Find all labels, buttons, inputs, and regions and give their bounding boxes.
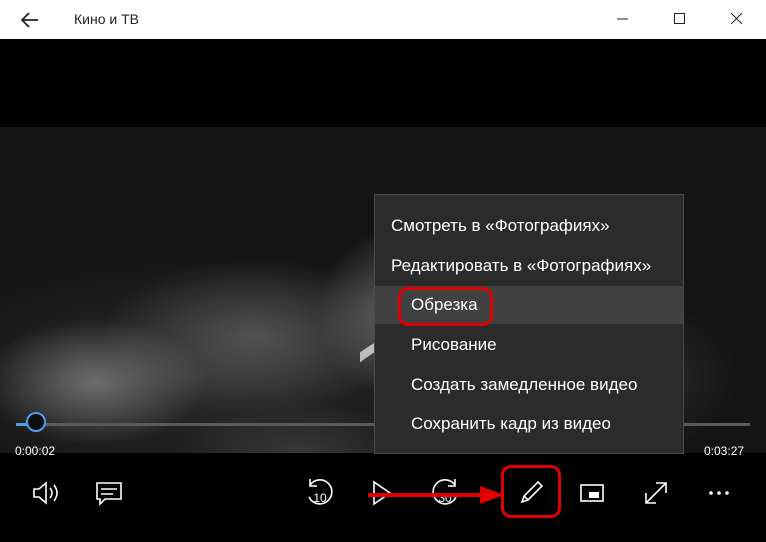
rewind-button[interactable]: 10 [298,471,342,515]
menu-item-view-in-photos[interactable]: Смотреть в «Фотографиях» [375,207,683,245]
annotation-arrow-icon [368,486,504,504]
annotation-highlight-edit-button [501,465,561,518]
menu-item-slow-motion[interactable]: Создать замедленное видео [375,366,683,404]
title-bar: Кино и ТВ [0,0,766,39]
maximize-button[interactable] [657,0,703,39]
minimize-button[interactable] [600,0,646,39]
volume-icon [33,481,58,505]
rewind-10-icon: 10 [308,479,333,505]
subtitles-icon [96,482,122,506]
mini-view-button[interactable] [570,471,614,515]
back-arrow-icon [20,12,38,28]
seek-thumb[interactable] [26,412,46,432]
back-button[interactable] [14,6,46,34]
maximize-icon [674,13,685,24]
mini-view-icon [580,484,604,502]
more-icon [709,491,729,495]
close-button[interactable] [714,0,760,39]
close-icon [731,13,743,25]
total-time: 0:03:27 [704,444,745,458]
menu-item-draw[interactable]: Рисование [375,326,683,364]
annotation-highlight-trim [398,287,493,326]
current-time: 0:00:02 [15,444,56,458]
menu-item-edit-in-photos[interactable]: Редактировать в «Фотографиях» [375,247,683,285]
window-title: Кино и ТВ [74,11,139,27]
minimize-icon [617,18,628,20]
volume-button[interactable] [24,471,68,515]
more-button[interactable] [697,471,741,515]
svg-text:10: 10 [313,491,327,505]
subtitles-button[interactable] [87,471,131,515]
fullscreen-icon [645,482,667,504]
menu-item-save-frame[interactable]: Сохранить кадр из видео [375,405,683,443]
fullscreen-button[interactable] [634,471,678,515]
